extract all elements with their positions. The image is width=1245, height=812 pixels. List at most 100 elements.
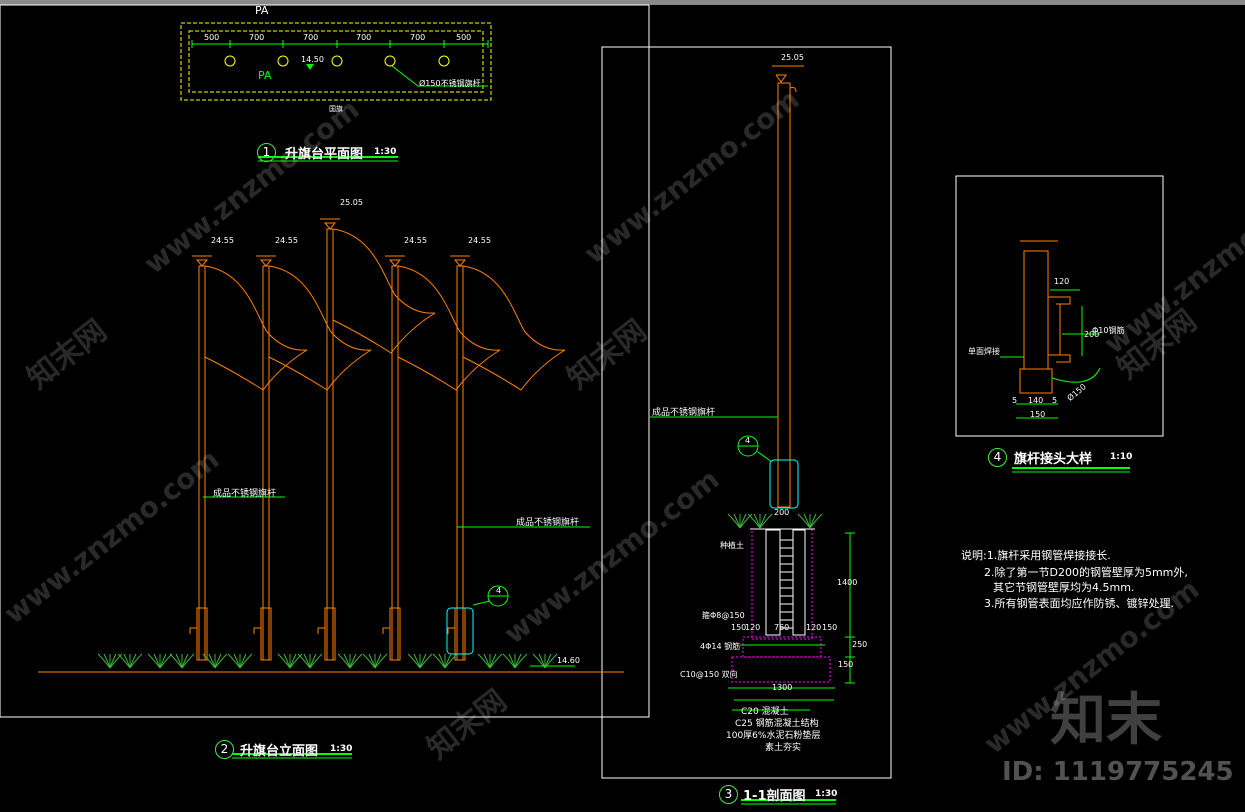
grass-blade — [169, 653, 183, 669]
plan-center-elev: 14.50 — [301, 55, 324, 64]
sect-dim-h1: 150 — [731, 623, 747, 632]
sect-dim-v1: 1400 — [837, 578, 858, 587]
pole-finial — [259, 259, 273, 267]
grass-blade — [181, 653, 195, 669]
grass-blade — [759, 513, 773, 529]
plan-view — [180, 22, 492, 162]
sect-scale: 1:30 — [815, 789, 838, 799]
pole-finial — [388, 259, 402, 267]
elev-label-left: 成品不锈钢旗杆 — [213, 489, 277, 499]
sect-dim-v3: 150 — [838, 660, 854, 669]
grass-blade — [477, 653, 491, 669]
plan-dim-6: 500 — [456, 33, 472, 42]
flag-shape — [204, 265, 308, 391]
top-bar — [0, 0, 1245, 5]
det-rebar-label: Φ10钢筋 — [1092, 326, 1125, 335]
watermark-id: ID: 1119775245 — [1002, 757, 1234, 787]
sect-dim-v2: 250 — [852, 640, 868, 649]
grass-blade — [502, 653, 516, 669]
sect-top-elev: 25.05 — [781, 53, 804, 62]
pole-hook — [253, 627, 261, 634]
grass-blade — [489, 653, 503, 669]
elev-scale: 1:30 — [330, 744, 353, 754]
grass-blade — [227, 653, 241, 669]
grass-blade — [202, 653, 216, 669]
det-dim-150: 150 — [1030, 410, 1046, 419]
elev-title: 升旗台立面图 — [240, 744, 319, 759]
sect-title: 1-1剖面图 — [743, 789, 806, 804]
elevation-view — [38, 218, 624, 759]
notes-line-2: 2.除了第一节D200的钢管壁厚为5mm外, — [984, 566, 1188, 579]
elev-detail-ref: 4 — [496, 586, 502, 595]
elev-top-3: 25.05 — [340, 198, 363, 207]
flag-pole — [456, 265, 464, 661]
grass-blade — [514, 653, 528, 669]
plan-pa-top: PA — [255, 4, 269, 17]
pole-finial — [323, 222, 337, 230]
sect-note-mesh: C10@150 双向 — [680, 670, 738, 679]
pole-finial — [453, 259, 467, 267]
sect-pole-label: 成品不锈钢旗杆 — [652, 408, 716, 418]
sect-layer-4: 素土夯实 — [765, 743, 802, 753]
elev-top-4: 24.55 — [404, 236, 427, 245]
det-title: 旗杆接头大样 — [1014, 452, 1093, 467]
det-weld-label: 单面焊接 — [968, 347, 1000, 356]
grass-blade — [129, 653, 143, 669]
det-scale: 1:10 — [1110, 452, 1133, 462]
plan-sub-label: 国旗 — [329, 105, 343, 113]
pole-hook — [447, 627, 455, 634]
grass-blade — [239, 653, 253, 669]
detail-view — [1000, 240, 1130, 473]
grass-blade — [214, 653, 228, 669]
grass-blade — [362, 653, 376, 669]
elev-top-1: 24.55 — [211, 236, 234, 245]
plan-dim-2: 700 — [249, 33, 265, 42]
elev-top-5: 24.55 — [468, 236, 491, 245]
grass-blade — [419, 653, 433, 669]
sect-dim-h4: 120 — [806, 623, 822, 632]
flag-pole — [262, 265, 270, 661]
plan-title: 升旗台平面图 — [285, 147, 364, 162]
grass-blade — [97, 653, 111, 669]
flag-pole — [198, 265, 206, 661]
pole-hook — [382, 627, 390, 634]
det-dim-5a: 5 — [1012, 396, 1018, 405]
grass-blade — [297, 653, 311, 669]
sect-dim-h3: 760 — [774, 623, 790, 632]
sect-note-soil: 种植土 — [720, 541, 744, 550]
plan-dim-1: 500 — [204, 33, 220, 42]
elev-top-2: 24.55 — [275, 236, 298, 245]
flag-shape — [462, 265, 566, 391]
plan-pa-mid: PA — [258, 69, 272, 82]
plan-pole-spec: Ø150不锈钢旗杆 — [419, 79, 481, 88]
flag-shape — [397, 265, 501, 391]
grass-blade — [309, 653, 323, 669]
sect-detail-ref: 4 — [745, 436, 751, 445]
det-number-circle: 4 — [988, 448, 1007, 467]
grass-blade — [444, 653, 458, 669]
plan-dim-3: 700 — [303, 33, 319, 42]
plan-dim-5: 700 — [410, 33, 426, 42]
det-dim-5b: 5 — [1052, 396, 1058, 405]
sect-note-stirrup: 箍Φ8@150 — [702, 611, 745, 620]
plan-scale: 1:30 — [374, 147, 397, 157]
section-view — [650, 65, 855, 805]
elev-ground-elev: 14.60 — [557, 656, 580, 665]
grass-blade — [159, 653, 173, 669]
elev-number-circle: 2 — [215, 740, 234, 759]
watermark-brand: 知末 — [1050, 688, 1162, 753]
sect-note-rebar: 4Φ14 钢筋 — [700, 642, 741, 651]
grass-blade — [747, 513, 761, 529]
sect-dim-h2: 120 — [745, 623, 761, 632]
flag-pole — [326, 228, 334, 661]
det-dim-120: 120 — [1054, 277, 1070, 286]
grass-blade — [277, 653, 291, 669]
notes-line-1: 说明:1.旗杆采用钢管焊接接长. — [961, 549, 1111, 562]
grass-blade — [337, 653, 351, 669]
grass-blade — [727, 513, 741, 529]
grass-blade — [809, 513, 823, 529]
grass-blade — [117, 653, 131, 669]
elev-label-right: 成品不锈钢旗杆 — [516, 518, 580, 528]
notes-line-3: 其它节钢管壁厚均为4.5mm. — [993, 581, 1135, 594]
grass-blade — [147, 653, 161, 669]
